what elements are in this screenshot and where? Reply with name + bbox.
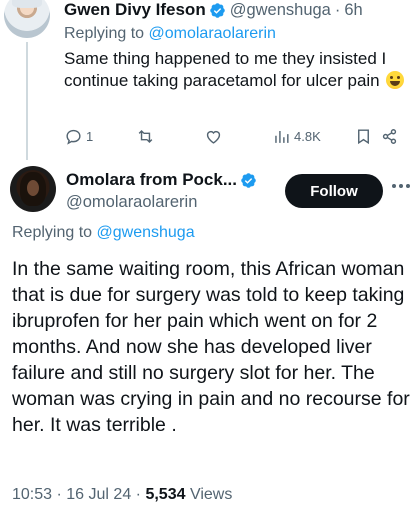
avatar[interactable]	[4, 0, 50, 38]
replying-to-mention[interactable]: @gwenshuga	[97, 224, 195, 241]
retweet-icon	[138, 129, 153, 144]
more-options-icon[interactable]	[392, 184, 410, 188]
tweet-date[interactable]: 16 Jul 24	[66, 486, 131, 503]
grinning-sweat-emoji-icon	[386, 71, 405, 89]
tweet-timestamp[interactable]: 6h	[344, 1, 362, 20]
follow-button[interactable]: Follow	[285, 174, 383, 208]
author-name[interactable]: Gwen Divy Ifeson	[64, 0, 206, 20]
views-count[interactable]: 5,534	[145, 486, 185, 503]
share-button[interactable]	[380, 127, 399, 146]
views-button[interactable]: 4.8K	[272, 127, 321, 146]
reply-tweet-actions: 1 4.8K	[64, 127, 404, 147]
tweet-time[interactable]: 10:53	[12, 486, 52, 503]
like-button[interactable]	[204, 127, 223, 146]
reply-icon	[66, 129, 81, 145]
bookmark-icon	[358, 129, 369, 145]
bookmark-button[interactable]	[354, 127, 373, 146]
main-tweet-text: In the same waiting room, this African w…	[12, 258, 410, 436]
views-icon	[275, 130, 289, 143]
meta-separator: ·	[56, 486, 62, 503]
replying-to-label: Replying to	[64, 25, 145, 42]
reply-tweet[interactable]: Gwen Divy Ifeson @gwenshuga · 6h Replyin…	[0, 0, 419, 160]
views-label: Views	[189, 486, 233, 503]
share-icon	[382, 129, 397, 144]
author-handle[interactable]: @omolaraolarerin	[66, 193, 197, 212]
author-handle[interactable]: @gwenshuga	[230, 1, 331, 20]
author-name[interactable]: Omolara from Pock...	[66, 170, 237, 190]
verified-badge-icon	[209, 2, 225, 18]
reply-tweet-header: Gwen Divy Ifeson @gwenshuga · 6h	[64, 0, 363, 21]
time-separator: ·	[334, 0, 341, 19]
reply-button[interactable]: 1	[64, 127, 93, 146]
tweet-metadata: 10:53 · 16 Jul 24 · 5,534 Views	[12, 486, 232, 504]
like-icon	[206, 130, 221, 144]
replying-to-label: Replying to	[12, 224, 93, 241]
verified-badge-icon	[241, 172, 256, 188]
main-tweet-header: Omolara from Pock...	[66, 169, 257, 191]
reply-count: 1	[86, 129, 94, 144]
replying-to-line: Replying to @omolaraolarerin	[64, 25, 276, 43]
meta-separator: ·	[135, 486, 141, 503]
avatar[interactable]	[10, 166, 56, 212]
main-tweet: Omolara from Pock... @omolaraolarerin Fo…	[0, 162, 419, 512]
reply-tweet-body: Same thing happened to me they insisted …	[64, 49, 387, 90]
replying-to-line: Replying to @gwenshuga	[12, 224, 195, 242]
retweet-button[interactable]	[136, 127, 155, 146]
thread-connector-line	[26, 42, 28, 160]
replying-to-mention[interactable]: @omolaraolarerin	[149, 25, 276, 42]
views-count: 4.8K	[294, 129, 321, 144]
reply-tweet-text: Same thing happened to me they insisted …	[64, 48, 409, 92]
